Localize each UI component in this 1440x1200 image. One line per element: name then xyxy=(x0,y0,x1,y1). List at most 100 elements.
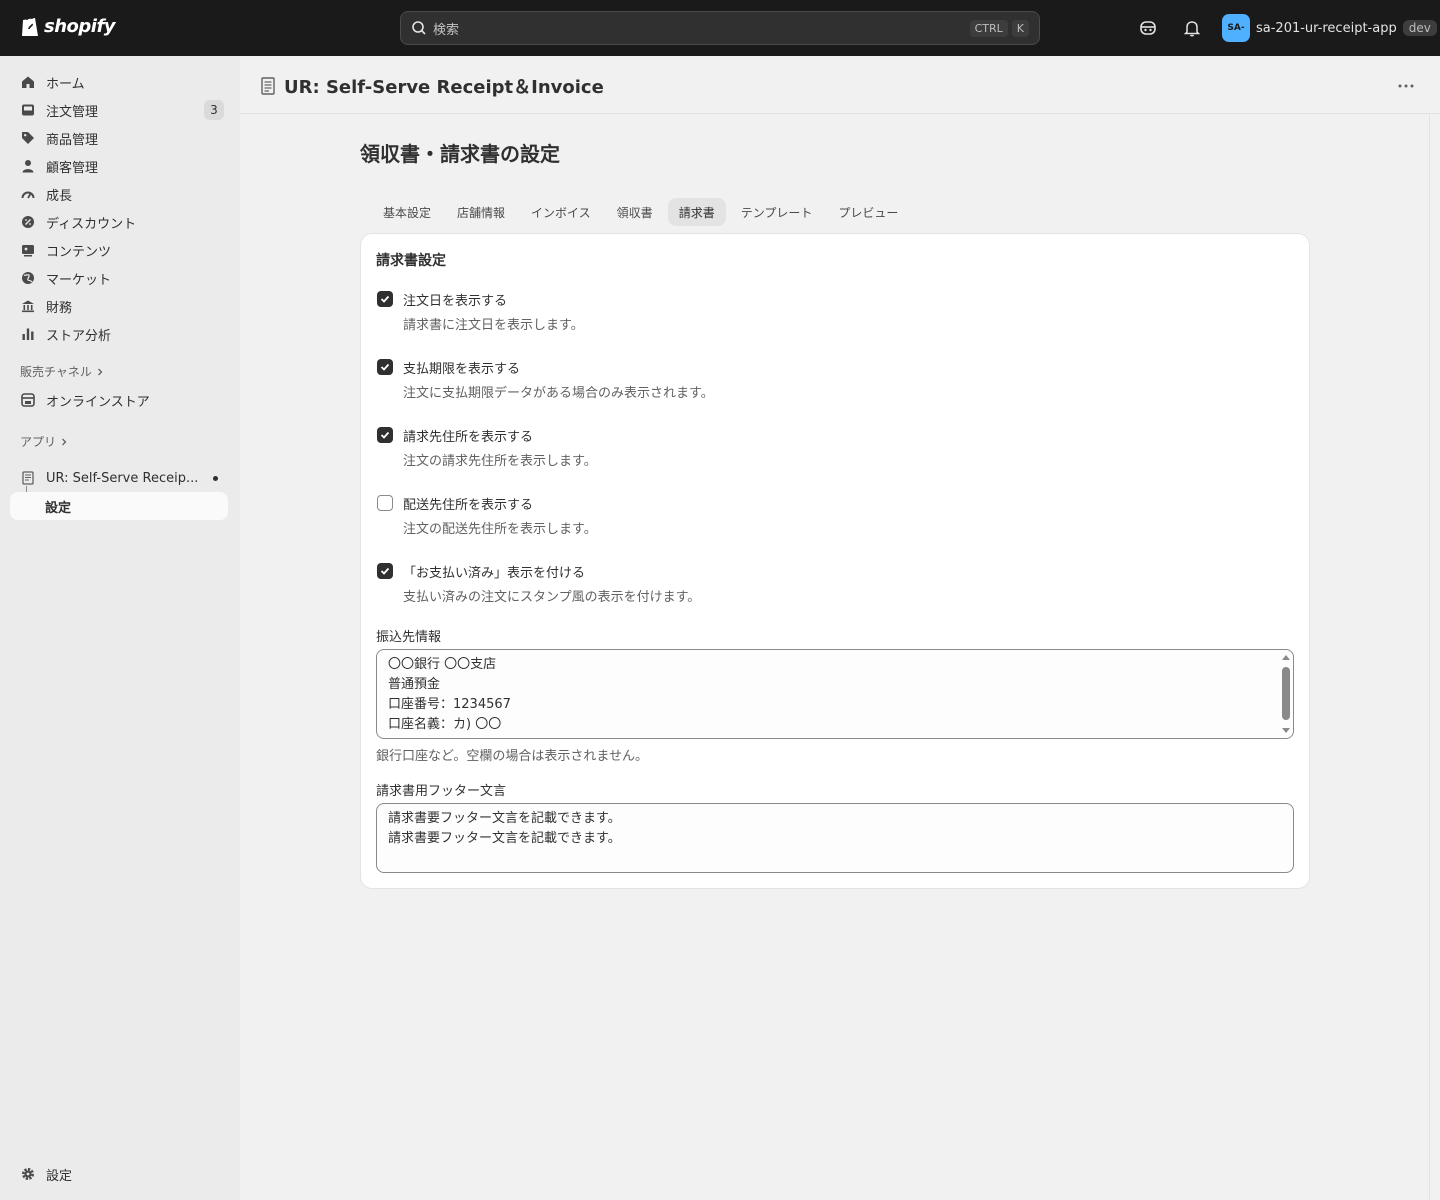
scroll-up-arrow-icon[interactable] xyxy=(1282,655,1290,660)
sidebar-item-discounts[interactable]: ディスカウント xyxy=(10,208,228,236)
tab-basic[interactable]: 基本設定 xyxy=(372,198,442,226)
search-placeholder: 検索 xyxy=(433,22,460,38)
sidebar-item-analytics[interactable]: ストア分析 xyxy=(10,320,228,348)
sidebar-item-label: ストア分析 xyxy=(46,328,112,344)
scrollbar-thumb[interactable] xyxy=(1282,667,1290,720)
discount-icon xyxy=(20,214,36,230)
sidebar-item-home[interactable]: ホーム xyxy=(10,68,228,96)
tab-store-info[interactable]: 店舗情報 xyxy=(446,198,516,226)
paid-stamp-checkbox[interactable] xyxy=(377,563,393,579)
textarea-scrollbar[interactable] xyxy=(1281,652,1291,736)
home-icon xyxy=(20,74,36,90)
apps-label: アプリ xyxy=(20,435,57,449)
main-content: UR: Self-Serve Receipt＆Invoice 領収書・請求書の設… xyxy=(240,56,1440,1200)
footer-text-textarea[interactable]: 請求書要フッター文言を記載できます。 請求書要フッター文言を記載できます。 xyxy=(376,803,1294,873)
sidebar-item-online-store[interactable]: オンラインストア xyxy=(10,386,228,414)
settings-tabs: 基本設定 店舗情報 インボイス 領収書 請求書 テンプレート プレビュー xyxy=(372,198,909,226)
sidebar-item-growth[interactable]: 成長 xyxy=(10,180,228,208)
gear-icon xyxy=(20,1166,36,1182)
content-icon xyxy=(20,242,36,258)
checkmark-icon xyxy=(380,363,390,371)
option-help: 支払い済みの注文にスタンプ風の表示を付けます。 xyxy=(403,590,701,605)
frame-border xyxy=(1429,114,1430,1200)
store-avatar: SA- xyxy=(1222,14,1250,42)
sidebar-item-products[interactable]: 商品管理 xyxy=(10,124,228,152)
tag-icon xyxy=(20,130,36,146)
sidebar-item-label: オンラインストア xyxy=(46,394,150,410)
bank-info-label: 振込先情報 xyxy=(376,630,442,645)
textarea-line: 普通預金 xyxy=(388,677,441,692)
sidebar-item-orders[interactable]: 注文管理 3 xyxy=(10,96,228,124)
textarea-line: 〇〇銀行 〇〇支店 xyxy=(388,657,497,672)
tab-invoice-system[interactable]: インボイス xyxy=(520,198,602,226)
brand-name: shopify xyxy=(44,15,116,37)
checkmark-icon xyxy=(380,567,390,575)
store-menu[interactable]: SA- sa-201-ur-receipt-app dev xyxy=(1222,14,1437,42)
sidekick-button[interactable] xyxy=(1137,17,1159,39)
bank-info-textarea[interactable]: 〇〇銀行 〇〇支店 普通預金 口座番号：1234567 口座名義：カ) 〇〇 xyxy=(376,649,1294,739)
show-order-date-checkbox[interactable] xyxy=(377,291,393,307)
shopify-bag-icon xyxy=(22,15,38,36)
show-billing-address-checkbox[interactable] xyxy=(377,427,393,443)
show-due-date-checkbox[interactable] xyxy=(377,359,393,375)
app-title-text: UR: Self-Serve Receipt＆Invoice xyxy=(284,77,604,98)
textarea-line: 口座名義：カ) 〇〇 xyxy=(388,717,502,732)
option-label: 支払期限を表示する xyxy=(403,362,521,377)
receipt-icon xyxy=(261,77,275,95)
option-label: 配送先住所を表示する xyxy=(403,498,534,513)
sidebar-item-label: 財務 xyxy=(46,300,73,316)
sidebar-item-content[interactable]: コンテンツ xyxy=(10,236,228,264)
sidebar-item-label: コンテンツ xyxy=(46,244,112,260)
sidebar-item-app-settings[interactable]: 設定 xyxy=(10,492,228,520)
sidebar-item-label: 設定 xyxy=(46,1168,73,1184)
sidebar-item-label: マーケット xyxy=(46,272,112,288)
sidebar-item-label: 商品管理 xyxy=(46,132,99,148)
sidebar-item-finance[interactable]: 財務 xyxy=(10,292,228,320)
shopify-logo[interactable]: shopify xyxy=(20,14,116,38)
gauge-icon xyxy=(20,186,36,202)
option-label: 請求先住所を表示する xyxy=(403,430,534,445)
apps-header[interactable]: アプリ xyxy=(20,433,68,450)
chevron-right-icon xyxy=(97,368,103,375)
sidebar-item-label: 顧客管理 xyxy=(46,160,99,176)
tab-receipt[interactable]: 領収書 xyxy=(606,198,664,226)
show-shipping-address-checkbox[interactable] xyxy=(377,495,393,511)
option-label: 注文日を表示する xyxy=(403,294,508,309)
bar-chart-icon xyxy=(20,326,36,342)
app-indicator-dot xyxy=(213,475,218,481)
app-header: UR: Self-Serve Receipt＆Invoice xyxy=(240,56,1440,114)
notifications-button[interactable] xyxy=(1181,17,1203,39)
env-badge: dev xyxy=(1402,20,1437,36)
checkmark-icon xyxy=(380,295,390,303)
textarea-line: 請求書要フッター文言を記載できます。 xyxy=(388,811,621,826)
ellipsis-icon xyxy=(1398,84,1414,88)
tab-preview[interactable]: プレビュー xyxy=(827,198,909,226)
shortcut-ctrl: CTRL xyxy=(969,19,1008,37)
tab-template[interactable]: テンプレート xyxy=(730,198,824,226)
scroll-down-arrow-icon[interactable] xyxy=(1282,728,1290,733)
store-name: sa-201-ur-receipt-app xyxy=(1256,20,1397,36)
option-help: 注文の請求先住所を表示します。 xyxy=(403,454,597,469)
more-actions-button[interactable] xyxy=(1396,76,1416,96)
sales-channels-header[interactable]: 販売チャネル xyxy=(20,363,104,380)
card-title: 請求書設定 xyxy=(376,253,446,269)
page-title: 領収書・請求書の設定 xyxy=(360,142,560,166)
tab-invoice[interactable]: 請求書 xyxy=(667,198,726,226)
sidebar-item-settings[interactable]: 設定 xyxy=(10,1160,228,1188)
textarea-line: 口座番号：1234567 xyxy=(388,697,511,712)
option-help: 請求書に注文日を表示します。 xyxy=(403,318,584,333)
footer-text-label: 請求書用フッター文言 xyxy=(376,784,507,799)
checkmark-icon xyxy=(380,431,390,439)
sidekick-icon xyxy=(1140,21,1156,35)
receipt-icon xyxy=(20,470,36,486)
sidebar-item-label: 設定 xyxy=(45,500,72,516)
shortcut-k: K xyxy=(1011,19,1029,37)
bell-icon xyxy=(1184,21,1200,37)
search-icon xyxy=(412,21,426,35)
sidebar-item-markets[interactable]: マーケット xyxy=(10,264,228,292)
top-bar: shopify 検索 CTRL K SA- sa-201-ur-receipt-… xyxy=(0,0,1440,56)
sidebar-item-label: UR: Self-Serve Receip... xyxy=(46,470,199,486)
search-input[interactable]: 検索 CTRL K xyxy=(400,11,1040,45)
sidebar-item-customers[interactable]: 顧客管理 xyxy=(10,152,228,180)
sidebar-item-app[interactable]: UR: Self-Serve Receip... xyxy=(10,464,228,492)
